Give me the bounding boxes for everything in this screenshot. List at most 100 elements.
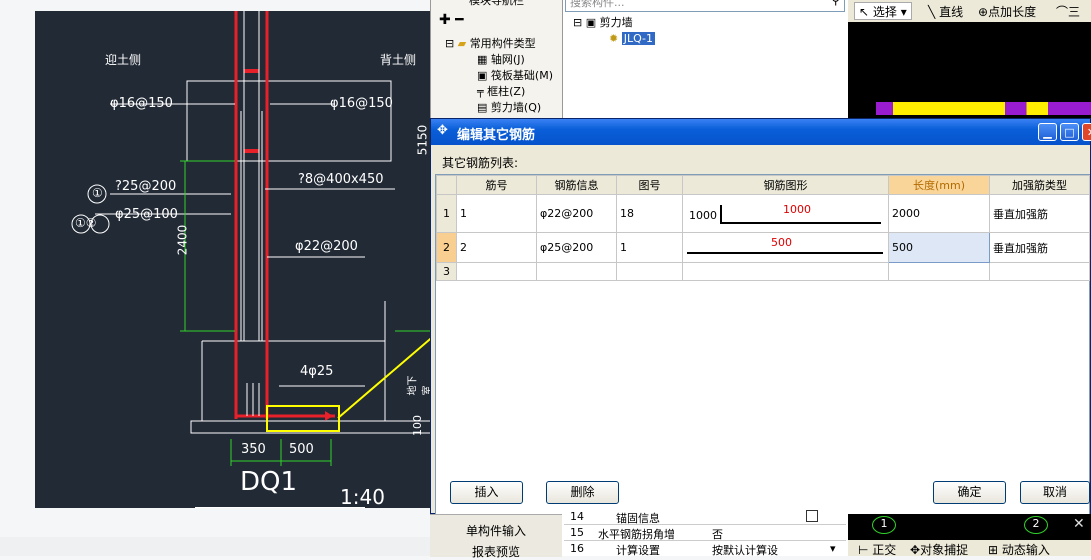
ortho-icon: ⊢ [858,543,869,557]
dynamic-input-toggle[interactable]: ⊞ 动态输入 [988,541,1050,558]
cell-shape[interactable] [682,262,889,281]
snap-toggle[interactable]: ✥对象捕捉 [910,541,968,558]
folder-icon: ▰ [457,37,467,50]
cell-length[interactable]: 500 [888,232,990,263]
nav-title: 模块导航栏 [469,0,524,7]
table-row[interactable]: 3 [436,262,1090,281]
minimize-button[interactable]: ▁ [1038,123,1057,141]
col-length[interactable]: 长度(mm) [888,175,990,195]
col-bar-info[interactable]: 钢筋信息 [536,175,617,195]
ortho-toggle[interactable]: ⊢ 正交 [858,541,896,558]
gear-icon: ✹ [609,32,619,45]
row-number: 1 [436,194,457,233]
point-length-tool[interactable]: ⊕点加长度 [978,3,1036,20]
expand-all-icon[interactable]: ✚ ━ [439,12,464,28]
close-icon[interactable]: ✕ [1073,516,1085,532]
tree-column[interactable]: ╤ 框柱(Z) [477,84,525,100]
ok-button[interactable]: 确定 [933,481,1006,504]
col-figure-no[interactable]: 图号 [616,175,683,195]
module-nav-panel: 模块导航栏 ✚ ━ ⊟ ▰ 常用构件类型 ▦ 轴网(J) ▣ 筏板基础(M) ╤… [430,0,563,120]
cell-length[interactable] [888,262,990,281]
shape-right-value: 1000 [783,203,811,216]
search-placeholder: 搜索构件... [570,0,625,9]
point-icon: ⊕ [978,5,989,19]
cell-bar[interactable]: 2 [456,232,537,263]
close-button[interactable]: ✕ [1082,123,1091,141]
search-icon[interactable]: ⚲ [831,0,840,7]
cad-viewport[interactable] [848,22,1091,120]
table-row[interactable]: 1 1 φ22@200 18 1000 1000 2000 垂直加强筋 [436,194,1090,233]
maximize-button[interactable]: □ [1060,123,1079,141]
col-bar-num[interactable]: 筋号 [456,175,537,195]
search-box[interactable]: 搜索构件... ⚲ [565,0,845,12]
grid-icon: ▦ [477,53,488,66]
prop-value[interactable]: 否 [712,526,723,542]
cad-toolbar: ↖ 选择 ▾ ╲ 直线 ⊕点加长度 ⌒三点 [848,0,1091,36]
cell-shape[interactable]: 500 [682,232,889,263]
delete-button[interactable]: 删除 [546,481,619,504]
scroll-down-icon[interactable]: ▾ [830,542,836,555]
list-label: 其它钢筋列表: [442,156,519,170]
prop-name: 水平钢筋拐角增 [598,528,675,541]
line-icon: ╲ [928,5,936,19]
col-type[interactable]: 加强筋类型 [989,175,1090,195]
checkbox[interactable] [806,510,818,522]
cell-shape[interactable]: 1000 1000 [682,194,889,233]
report-preview[interactable]: 报表预览 [472,543,520,560]
cell-length[interactable]: 2000 [888,194,990,233]
wall-icon: ▤ [477,101,488,114]
tree-wall-root[interactable]: ⊟ ▣ 剪力墙 [573,15,633,31]
cell-bar[interactable]: 1 [456,194,537,233]
status-bar: ⊢ 正交 ✥对象捕捉 ⊞ 动态输入 [848,540,1091,558]
shape-straight-drawing [687,252,883,254]
axis-mark: 2 [1024,516,1048,534]
tree-common-types[interactable]: ⊟ ▰ 常用构件类型 [445,36,536,52]
cell-info[interactable]: φ22@200 [536,194,617,233]
insert-button[interactable]: 插入 [450,481,523,504]
properties-grid: 14 锚固信息 15 水平钢筋拐角增 否 16 计算设置 按默认计算设 ▾ [562,508,848,557]
cell-figure[interactable]: 18 [616,194,683,233]
cell-type[interactable]: 垂直加强筋 [989,232,1090,263]
cell-type[interactable] [989,262,1090,281]
edit-other-rebar-dialog: ✥ 编辑其它钢筋 ▁ □ ✕ 其它钢筋列表: 筋号 钢筋信息 图号 钢筋图形 长… [430,118,1091,547]
dialog-title: 编辑其它钢筋 [457,128,536,143]
cell-figure[interactable] [616,262,683,281]
prop-num: 16 [570,542,584,555]
shape-right-value: 500 [771,236,792,249]
select-tool[interactable]: ↖ 选择 ▾ [854,2,912,20]
prop-row[interactable]: 15 水平钢筋拐角增 否 [564,526,846,541]
prop-row[interactable]: 16 计算设置 按默认计算设 ▾ [564,542,846,557]
cancel-button[interactable]: 取消 [1020,481,1090,504]
dialog-titlebar[interactable]: ✥ 编辑其它钢筋 ▁ □ ✕ [431,119,1091,145]
cursor-icon: ↖ [859,5,870,19]
wall-folder-icon: ▣ [585,16,597,29]
row-number: 2 [436,232,457,263]
corner-cell [436,175,457,195]
bottom-nav: 单构件输入 报表预览 [430,514,562,560]
arc-icon: ⌒ [1056,5,1069,19]
axis-mark: 1 [872,516,896,534]
component-tree-panel: 搜索构件... ⚲ ⊟ ▣ 剪力墙 ✹ JLQ-1 [562,0,849,120]
prop-num: 15 [570,526,584,539]
prop-num: 14 [570,510,584,523]
col-bar-shape[interactable]: 钢筋图形 [682,175,889,195]
cell-type[interactable]: 垂直加强筋 [989,194,1090,233]
dynamic-icon: ⊞ [988,543,999,557]
raft-icon: ▣ [477,69,488,82]
tree-shear-wall[interactable]: ▤ 剪力墙(Q) [477,100,541,116]
page-background-strip [0,537,430,556]
tree-raft[interactable]: ▣ 筏板基础(M) [477,68,553,84]
column-icon: ╤ [477,85,484,98]
line-tool[interactable]: ╲ 直线 [928,3,963,20]
single-component-input[interactable]: 单构件输入 [466,522,526,539]
cell-figure[interactable]: 1 [616,232,683,263]
table-row[interactable]: 2 2 φ25@200 1 500 500 垂直加强筋 [436,232,1090,263]
prop-row[interactable]: 14 锚固信息 [564,510,846,525]
tree-jlq1[interactable]: ✹ JLQ-1 [609,31,656,47]
prop-name: 锚固信息 [616,512,660,525]
wall-strip [876,102,1091,115]
cell-info[interactable]: φ25@200 [536,232,617,263]
cell-bar[interactable] [456,262,537,281]
cell-info[interactable] [536,262,617,281]
tree-axis-grid[interactable]: ▦ 轴网(J) [477,52,525,68]
